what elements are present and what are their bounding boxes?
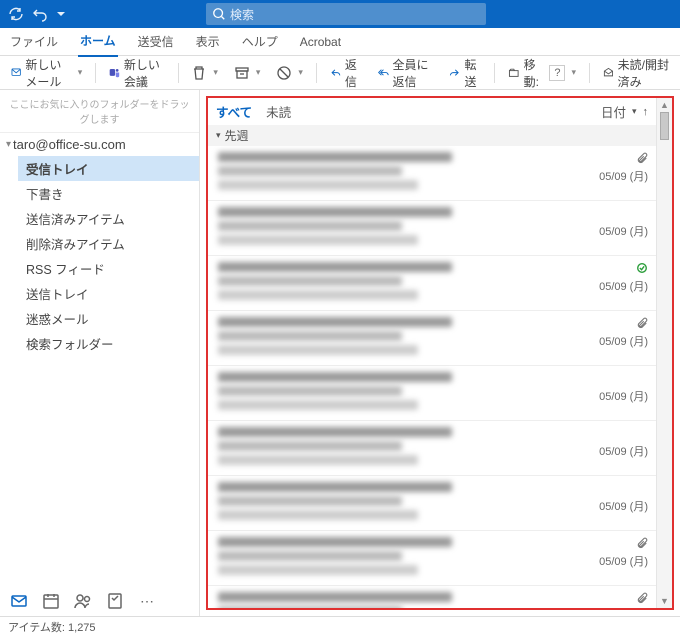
- ribbon-toolbar: 新しいメール ▾ 新しい会議 ▾ ▾ ▾ 返信 全: [0, 56, 680, 90]
- report-button[interactable]: ▾: [271, 62, 308, 84]
- people-nav-icon[interactable]: [74, 592, 92, 610]
- scrollbar[interactable]: ▲ ▼: [656, 98, 672, 608]
- undo-icon[interactable]: [32, 6, 48, 22]
- sort-button[interactable]: 日付 ▾ ↑: [601, 102, 648, 121]
- folder-sidebar: ここにお気に入りのフォルダーをドラッグします ▾ taro@office-su.…: [0, 90, 200, 616]
- email-date: 05/09 (月): [552, 388, 648, 404]
- new-mail-icon: [11, 65, 21, 81]
- favorites-hint: ここにお気に入りのフォルダーをドラッグします: [0, 90, 199, 133]
- email-date: 05/09 (月): [552, 168, 648, 184]
- nav-bar: ⋯: [0, 586, 199, 616]
- sort-arrow-icon: ↑: [643, 106, 649, 118]
- ribbon-tabs: ファイル ホーム 送受信 表示 ヘルプ Acrobat: [0, 28, 680, 56]
- email-date: 05/09 (月): [552, 223, 648, 239]
- email-row[interactable]: 05/09 (月): [208, 476, 656, 531]
- attachment-icon: [552, 372, 648, 386]
- item-count-label: アイテム数:: [8, 622, 68, 634]
- chevron-down-icon: ▾: [78, 67, 83, 78]
- search-placeholder: 検索: [230, 6, 254, 23]
- attachment-icon: [552, 207, 648, 221]
- tab-file[interactable]: ファイル: [8, 27, 60, 56]
- forward-icon: [449, 65, 460, 81]
- reply-icon: [330, 65, 341, 81]
- email-row[interactable]: 05/09 (月): [208, 366, 656, 421]
- tab-view[interactable]: 表示: [194, 27, 222, 56]
- search-box[interactable]: 検索: [206, 3, 486, 25]
- email-row[interactable]: 05/09 (月): [208, 421, 656, 476]
- folder-inbox[interactable]: 受信トレイ: [18, 156, 199, 181]
- attachment-icon: [552, 537, 648, 551]
- scroll-thumb[interactable]: [660, 112, 669, 140]
- reply-button[interactable]: 返信: [325, 53, 367, 93]
- chevron-down-icon: ▾: [571, 67, 576, 78]
- new-mail-button[interactable]: 新しいメール ▾: [6, 53, 87, 93]
- message-list-highlight: すべて 未読 日付 ▾ ↑ ▾ 先週 05/09 (月) 05/09 (月) 05/…: [206, 96, 674, 610]
- tab-acrobat[interactable]: Acrobat: [298, 29, 343, 55]
- envelope-open-icon: [603, 65, 614, 81]
- email-row[interactable]: 05/09 (月): [208, 311, 656, 366]
- scroll-up-icon[interactable]: ▲: [658, 98, 671, 112]
- filter-all[interactable]: すべて: [216, 102, 252, 121]
- new-meeting-button[interactable]: 新しい会議: [104, 53, 170, 93]
- scroll-down-icon[interactable]: ▼: [658, 594, 671, 608]
- chevron-down-icon: ▾: [6, 139, 11, 150]
- title-bar: 検索: [0, 0, 680, 28]
- group-header[interactable]: ▾ 先週: [208, 125, 656, 146]
- folder-drafts[interactable]: 下書き: [18, 181, 199, 206]
- chevron-down-icon: ▾: [298, 67, 303, 78]
- folder-search[interactable]: 検索フォルダー: [18, 331, 199, 356]
- more-nav-icon[interactable]: ⋯: [138, 592, 156, 610]
- email-row[interactable]: 05/09 (月): [208, 586, 656, 608]
- item-count: 1,275: [68, 622, 96, 634]
- chevron-down-icon: ▾: [213, 67, 218, 78]
- delete-button[interactable]: ▾: [186, 62, 223, 84]
- folder-deleted[interactable]: 削除済みアイテム: [18, 231, 199, 256]
- tab-help[interactable]: ヘルプ: [240, 27, 280, 56]
- filter-unread[interactable]: 未読: [266, 102, 291, 121]
- attachment-icon: [552, 427, 648, 441]
- archive-button[interactable]: ▾: [229, 62, 266, 84]
- email-row[interactable]: 05/09 (月): [208, 201, 656, 256]
- account-row[interactable]: ▾ taro@office-su.com: [0, 133, 199, 156]
- trash-icon: [191, 65, 207, 81]
- reply-all-icon: [378, 65, 389, 81]
- archive-icon: [234, 65, 250, 81]
- forward-button[interactable]: 転送: [444, 53, 486, 93]
- status-bar: アイテム数: 1,275: [0, 616, 680, 636]
- email-row[interactable]: 05/09 (月): [208, 531, 656, 586]
- reply-all-button[interactable]: 全員に返信: [373, 53, 439, 93]
- attachment-icon: [552, 262, 648, 276]
- folder-junk[interactable]: 迷惑メール: [18, 306, 199, 331]
- teams-icon: [109, 65, 120, 81]
- calendar-nav-icon[interactable]: [42, 592, 60, 610]
- folder-outbox[interactable]: 送信トレイ: [18, 281, 199, 306]
- email-date: 05/09 (月): [552, 498, 648, 514]
- email-row[interactable]: 05/09 (月): [208, 146, 656, 201]
- list-header: すべて 未読 日付 ▾ ↑: [208, 98, 656, 125]
- chevron-down-icon: ▾: [216, 130, 221, 141]
- folder-sent[interactable]: 送信済みアイテム: [18, 206, 199, 231]
- email-date: 05/09 (月): [552, 333, 648, 349]
- attachment-icon: [552, 152, 648, 166]
- unread-read-button[interactable]: 未読/開封済み: [598, 53, 674, 93]
- flag-icon: [276, 65, 292, 81]
- move-button[interactable]: 移動: ? ▾: [503, 53, 581, 93]
- sync-icon[interactable]: [8, 6, 24, 22]
- email-row[interactable]: 05/09 (月): [208, 256, 656, 311]
- quickaccess-dropdown-icon[interactable]: [56, 6, 66, 22]
- email-date: 05/09 (月): [552, 443, 648, 459]
- tasks-nav-icon[interactable]: [106, 592, 124, 610]
- email-date: 05/09 (月): [552, 278, 648, 294]
- move-icon: [508, 65, 520, 81]
- tab-sendreceive[interactable]: 送受信: [136, 27, 176, 56]
- chevron-down-icon: ▾: [256, 67, 261, 78]
- attachment-icon: [552, 482, 648, 496]
- attachment-icon: [552, 592, 648, 606]
- attachment-icon: [552, 317, 648, 331]
- email-date: 05/09 (月): [552, 553, 648, 569]
- mail-nav-icon[interactable]: [10, 592, 28, 610]
- folder-rss[interactable]: RSS フィード: [18, 256, 199, 281]
- chevron-down-icon: ▾: [632, 106, 637, 117]
